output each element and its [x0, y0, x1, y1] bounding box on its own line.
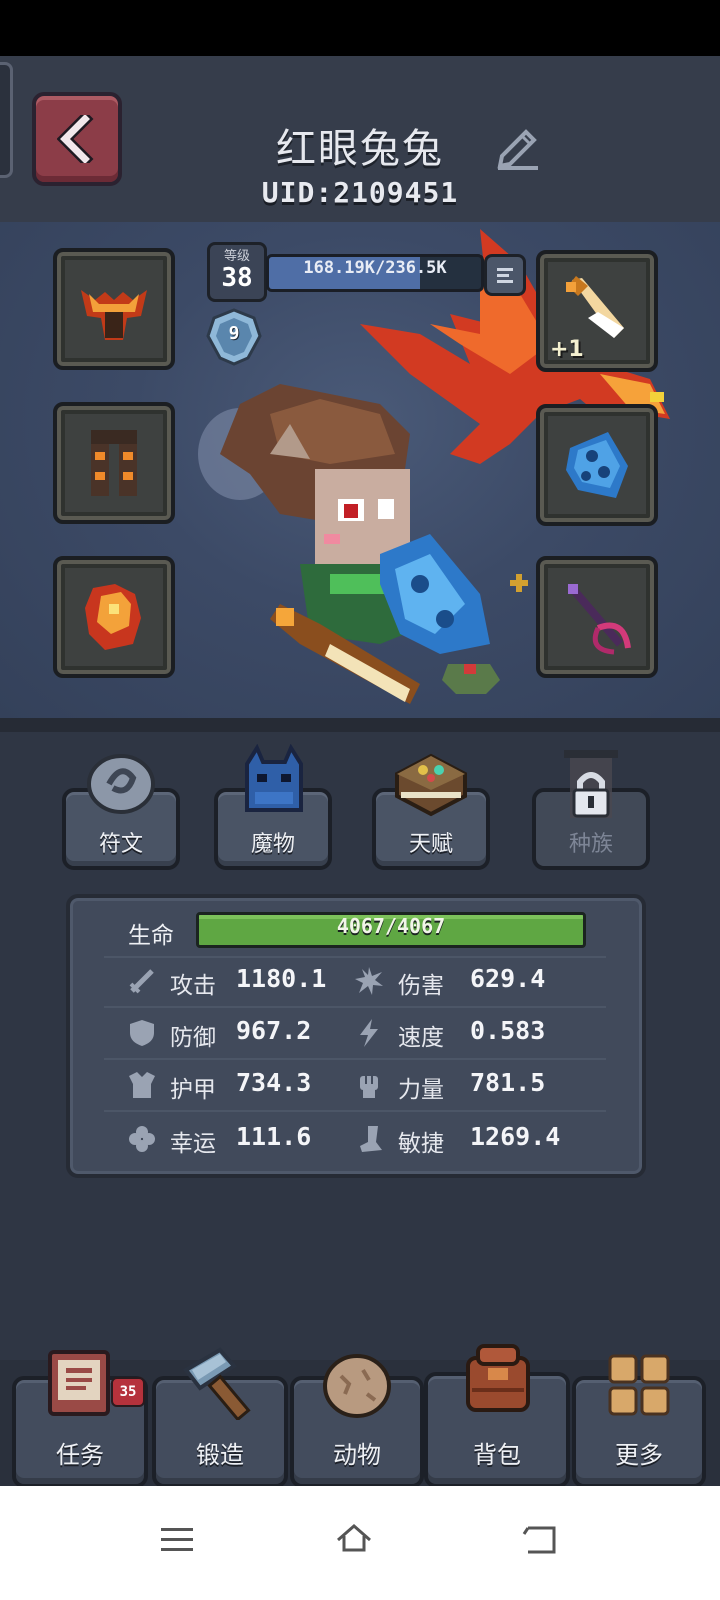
stat-agility-value: 1269.4: [470, 1122, 561, 1151]
stats-divider: [104, 1110, 606, 1112]
talent-book-icon: [395, 753, 467, 817]
menu-monsters-label: 魔物: [250, 832, 295, 857]
stat-armor-value: 734.3: [236, 1068, 312, 1097]
pencil-icon[interactable]: [492, 120, 544, 172]
lava-greaves-icon: [91, 430, 137, 496]
flame-cape-icon: [81, 290, 147, 340]
clover-icon: [129, 1126, 155, 1152]
rune-stone-icon: [87, 754, 155, 814]
lightning-icon: [360, 1019, 378, 1047]
xp-details-button[interactable]: [484, 254, 526, 296]
stat-strength-label: 力量: [398, 1077, 444, 1103]
stat-damage-label: 伤害: [398, 973, 444, 999]
menu-race-button-locked[interactable]: 种族: [532, 750, 650, 870]
armor-icon: [129, 1072, 155, 1098]
menu-monsters-button[interactable]: 魔物: [214, 744, 332, 870]
stats-divider: [104, 956, 606, 958]
stat-speed-value: 0.583: [470, 1016, 546, 1045]
fist-icon: [360, 1076, 378, 1098]
stat-armor-label: 护甲: [170, 1077, 216, 1103]
stat-luck-value: 111.6: [236, 1122, 312, 1151]
egg-icon: [323, 1354, 391, 1418]
monster-icon: [245, 744, 303, 812]
menu-runes-label: 符文: [98, 832, 143, 857]
quest-count-badge: 35: [111, 1377, 145, 1407]
list-icon: [497, 268, 513, 283]
nav-backpack-label: 背包: [473, 1441, 521, 1469]
nav-more-button[interactable]: 更多: [572, 1354, 706, 1488]
level-label: 等级: [223, 249, 250, 264]
hammer-icon: [183, 1347, 251, 1420]
grid-icon: [608, 1354, 670, 1416]
player-name: 红眼兔兔: [276, 126, 444, 172]
stat-defense-value: 967.2: [236, 1016, 312, 1045]
rank-value: 9: [228, 323, 240, 344]
equip-slot-gloves[interactable]: [53, 556, 175, 678]
dark-crossbow-icon: [568, 584, 631, 655]
menu-race-label: 种族: [568, 832, 613, 857]
sword-icon: [129, 969, 154, 994]
backpack-icon: [466, 1344, 530, 1412]
level-box: 等级 38: [207, 242, 267, 302]
stat-luck-label: 幸运: [170, 1131, 216, 1157]
burst-icon: [355, 967, 383, 995]
quest-book-icon: [48, 1350, 110, 1416]
hp-value: 4067/4067: [336, 914, 446, 938]
crystal-shield-icon: [566, 432, 628, 498]
equip-slot-crossbow[interactable]: [536, 556, 658, 678]
stats-divider: [104, 1058, 606, 1060]
stats-divider: [104, 1006, 606, 1008]
stat-strength-value: 781.5: [470, 1068, 546, 1097]
equip-slot-legs[interactable]: [53, 402, 175, 524]
menu-runes-button[interactable]: 符文: [62, 754, 180, 870]
padlock-icon: [564, 750, 618, 818]
equip-slot-shield[interactable]: [536, 404, 658, 526]
nav-more-label: 更多: [615, 1441, 663, 1469]
stat-defense-label: 防御: [170, 1025, 216, 1051]
nav-quests-label: 任务: [56, 1441, 104, 1469]
equip-slot-weapon[interactable]: +1: [536, 250, 658, 372]
menu-talents-label: 天赋: [408, 832, 453, 857]
stat-damage-value: 629.4: [470, 964, 546, 993]
stat-agility-label: 敏捷: [398, 1131, 444, 1157]
home-icon[interactable]: [334, 1518, 374, 1558]
stat-attack-label: 攻击: [170, 973, 216, 999]
player-uid: UID:2109451: [261, 176, 459, 209]
equip-slot-cape[interactable]: [53, 248, 175, 370]
fire-gauntlet-icon: [85, 584, 141, 650]
nav-animals-button[interactable]: 动物: [290, 1354, 424, 1488]
shield-icon: [130, 1020, 154, 1046]
nav-forge-button[interactable]: 锻造: [152, 1347, 288, 1488]
boot-icon: [360, 1126, 382, 1152]
nav-animals-label: 动物: [333, 1441, 381, 1469]
menu-talents-button[interactable]: 天赋: [372, 753, 490, 870]
stat-attack-value: 1180.1: [236, 964, 327, 993]
nav-backpack-button[interactable]: 背包: [424, 1344, 570, 1488]
status-bar: [0, 0, 720, 56]
back-icon[interactable]: [520, 1520, 560, 1560]
stat-speed-label: 速度: [398, 1025, 444, 1051]
enhance-level-badge: +1: [550, 337, 584, 362]
xp-text: 168.19K/236.5K: [303, 258, 447, 278]
rank-badge[interactable]: 9: [204, 306, 264, 366]
system-nav-bar: [0, 1486, 720, 1600]
hp-label: 生命: [128, 923, 174, 949]
nav-forge-label: 锻造: [196, 1441, 244, 1469]
level-value: 38: [221, 263, 253, 293]
menu-icon[interactable]: [157, 1520, 197, 1560]
